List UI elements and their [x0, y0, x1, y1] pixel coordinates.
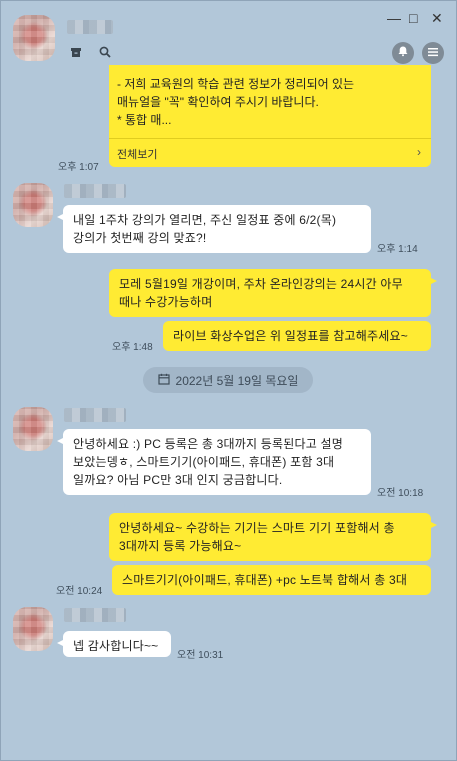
chat-partner-avatar[interactable] — [13, 15, 55, 61]
menu-icon — [428, 44, 438, 62]
sent-message[interactable]: 안녕하세요~ 수강하는 기기는 스마트 기기 포함해서 총 3대까지 등록 가능… — [109, 513, 437, 561]
chat-window: — □ ✕ - 저희 교육원의 학습 관련 정보가 정리되어 있는 매뉴얼을 "… — [0, 0, 457, 761]
bell-icon — [397, 44, 409, 62]
search-icon[interactable] — [99, 46, 111, 60]
message-time: 오후 1:14 — [377, 244, 418, 255]
calendar-icon — [157, 373, 170, 388]
message-time: 오전 10:24 — [56, 586, 103, 597]
date-divider: 2022년 5월 19일 목요일 — [143, 367, 313, 393]
chat-partner-name-blurred — [67, 20, 113, 34]
close-button[interactable]: ✕ — [431, 11, 443, 25]
sender-avatar[interactable] — [13, 407, 53, 451]
notice-bubble[interactable]: - 저희 교육원의 학습 관련 정보가 정리되어 있는 매뉴얼을 "꼭" 확인하… — [109, 65, 431, 167]
received-message[interactable]: 넵 감사합니다~~ — [57, 631, 171, 657]
date-label: 2022년 5월 19일 목요일 — [175, 373, 299, 388]
sender-avatar[interactable] — [13, 183, 53, 227]
minimize-button[interactable]: — — [387, 11, 401, 25]
menu-button[interactable] — [422, 42, 444, 64]
sent-message[interactable]: 스마트기기(아이패드, 휴대폰) +pc 노트북 합해서 총 3대 — [112, 565, 431, 595]
sender-name-blurred — [64, 608, 126, 622]
sender-name-blurred — [64, 408, 126, 422]
sent-message[interactable]: 모레 5월19일 개강이며, 주차 온라인강의는 24시간 아무 때나 수강가능… — [109, 269, 437, 317]
sender-name-blurred — [64, 184, 126, 198]
received-message[interactable]: 내일 1주차 강의가 열리면, 주신 일정표 중에 6/2(목) 강의가 첫번째… — [57, 205, 371, 253]
maximize-button[interactable]: □ — [409, 11, 417, 25]
divider — [109, 138, 431, 139]
notice-text: - 저희 교육원의 학습 관련 정보가 정리되어 있는 매뉴얼을 "꼭" 확인하… — [117, 77, 355, 127]
message-time: 오후 1:48 — [112, 342, 153, 353]
received-message[interactable]: 안녕하세요 :) PC 등록은 총 3대까지 등록된다고 설명 보았는뎅ㅎ, 스… — [57, 429, 371, 495]
message-time: 오전 10:31 — [177, 650, 224, 661]
notification-button[interactable] — [392, 42, 414, 64]
sent-message[interactable]: 라이브 화상수업은 위 일정표를 참고해주세요~ — [163, 321, 431, 351]
archive-icon[interactable] — [70, 46, 82, 60]
chevron-right-icon: › — [417, 145, 421, 159]
view-all-link[interactable]: 전체보기 — [117, 146, 157, 162]
sender-avatar[interactable] — [13, 607, 53, 651]
message-time: 오전 10:18 — [377, 488, 424, 499]
message-time: 오후 1:07 — [58, 162, 99, 173]
